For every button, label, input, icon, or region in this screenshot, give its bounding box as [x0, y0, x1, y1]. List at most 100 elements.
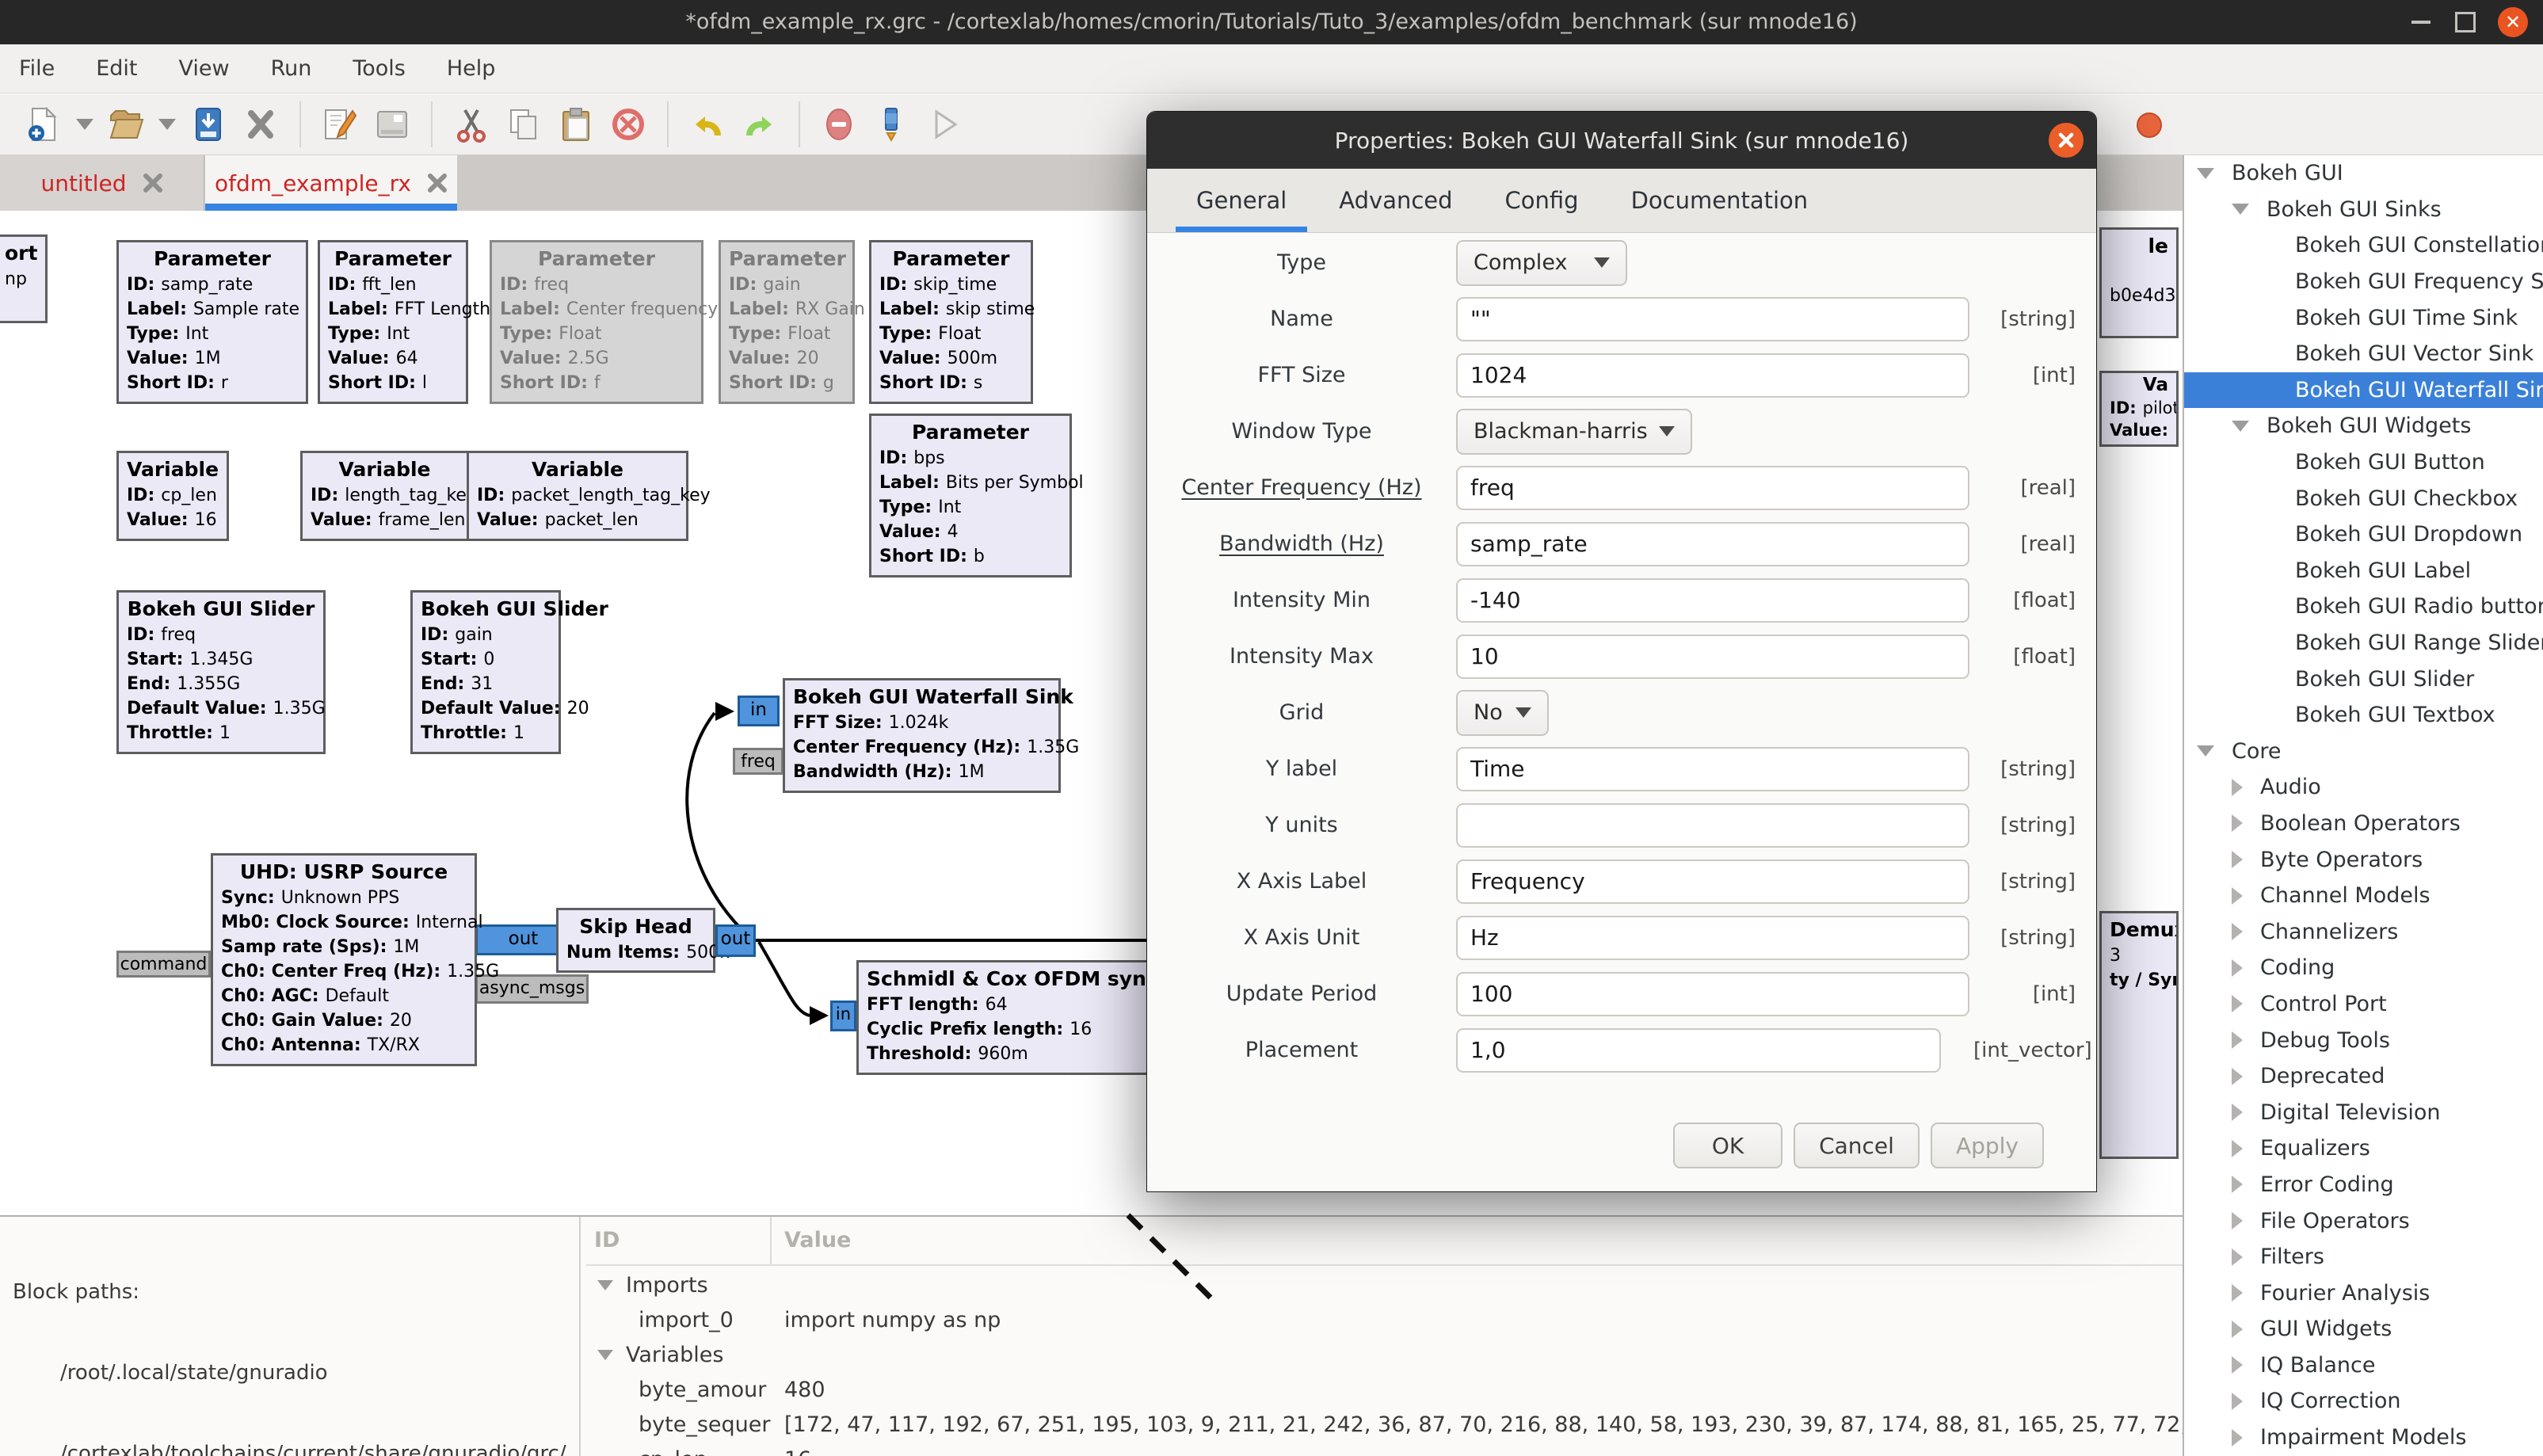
edit-properties-icon[interactable] [322, 106, 358, 143]
minimize-button[interactable] [2404, 0, 2438, 44]
errors-icon[interactable] [821, 106, 857, 143]
tree-group-variables[interactable]: Variables [586, 1337, 2183, 1372]
placement-input[interactable] [1456, 1028, 1941, 1073]
tree-group-imports[interactable]: Imports [586, 1267, 2183, 1302]
x-axis-label-input[interactable] [1456, 859, 1969, 904]
expander-closed-icon[interactable] [2232, 1248, 2243, 1266]
expander-open-icon[interactable] [2232, 421, 2249, 432]
tab-advanced[interactable]: Advanced [1318, 169, 1473, 232]
expander-closed-icon[interactable] [2232, 1356, 2243, 1374]
expander-open-icon[interactable] [2232, 204, 2249, 215]
open-dropdown-icon[interactable] [158, 119, 176, 130]
sidebar-item-bokeh-gui[interactable]: Bokeh GUI [2184, 155, 2543, 192]
dialog-titlebar[interactable]: Properties: Bokeh GUI Waterfall Sink (su… [1147, 112, 2096, 169]
sidebar-item-button[interactable]: Bokeh GUI Button [2184, 444, 2543, 481]
sidebar-item-file-operators[interactable]: File Operators [2184, 1203, 2543, 1239]
sidebar-item-byte-operators[interactable]: Byte Operators [2184, 841, 2543, 878]
sidebar-item-deprecated[interactable]: Deprecated [2184, 1058, 2543, 1095]
new-file-dropdown-icon[interactable] [76, 119, 93, 130]
expander-closed-icon[interactable] [2232, 779, 2243, 796]
block-variable-cp-len[interactable]: Variable ID:cp_len Value:16 [116, 451, 229, 541]
bandwidth-input[interactable] [1456, 522, 1969, 566]
grid-select[interactable]: No [1456, 690, 1549, 736]
update-period-input[interactable] [1456, 972, 1969, 1016]
sidebar-item-constellation-sink[interactable]: Bokeh GUI Constellation S [2184, 227, 2543, 264]
block-parameter-samp-rate[interactable]: Parameter ID:samp_rate Label:Sample rate… [116, 240, 308, 404]
sidebar-item-audio[interactable]: Audio [2184, 769, 2543, 806]
table-row[interactable]: import_0 import numpy as np [586, 1302, 2183, 1337]
open-icon[interactable] [108, 106, 144, 143]
block-variable-partial-pilot[interactable]: Va ID:pilot_ Value:(- [2099, 371, 2179, 447]
table-row[interactable]: cp_len 16 [586, 1442, 2183, 1456]
sidebar-item-digital-television[interactable]: Digital Television [2184, 1094, 2543, 1130]
expander-open-icon[interactable] [2197, 168, 2214, 179]
expander-closed-icon[interactable] [2232, 1321, 2243, 1338]
block-demux-partial[interactable]: Demux 3 ty / Symb [2099, 911, 2179, 1159]
cancel-button[interactable]: Cancel [1794, 1122, 1920, 1168]
expander-closed-icon[interactable] [2232, 1176, 2243, 1193]
sidebar-item-checkbox[interactable]: Bokeh GUI Checkbox [2184, 480, 2543, 516]
expander-closed-icon[interactable] [2232, 851, 2243, 868]
menu-tools[interactable]: Tools [332, 56, 426, 81]
expander-closed-icon[interactable] [2232, 1068, 2243, 1085]
port-command[interactable]: command [116, 951, 211, 978]
block-variable-packet-length-tag-key[interactable]: Variable ID:packet_length_tag_key Value:… [467, 451, 688, 541]
sidebar-item-iq-correction[interactable]: IQ Correction [2184, 1383, 2543, 1420]
block-bokeh-slider-freq[interactable]: Bokeh GUI Slider ID:freq Start:1.345G En… [116, 590, 326, 754]
expander-closed-icon[interactable] [2232, 1103, 2243, 1121]
tab-documentation[interactable]: Documentation [1611, 169, 1829, 232]
close-flowgraph-icon[interactable] [242, 106, 279, 143]
play-icon[interactable] [925, 106, 962, 143]
sidebar-item-coding[interactable]: Coding [2184, 950, 2543, 986]
intensity-max-input[interactable] [1456, 635, 1969, 679]
tab-close-icon[interactable] [427, 173, 448, 193]
block-parameter-gain-disabled[interactable]: Parameter ID:gain Label:RX Gain Type:Flo… [719, 240, 855, 404]
sidebar-item-frequency-sink[interactable]: Bokeh GUI Frequency Sink [2184, 264, 2543, 300]
expander-closed-icon[interactable] [2232, 923, 2243, 940]
ok-button[interactable]: OK [1673, 1122, 1782, 1168]
collapse-icon[interactable] [597, 1280, 613, 1290]
undo-icon[interactable] [689, 106, 726, 143]
find-block-icon[interactable] [873, 106, 909, 143]
tab-close-icon[interactable] [143, 173, 163, 193]
sidebar-item-gui-widgets[interactable]: GUI Widgets [2184, 1311, 2543, 1347]
port-in[interactable]: in [738, 696, 780, 726]
intensity-min-input[interactable] [1456, 578, 1969, 623]
block-schmidl-cox-ofdm-synch[interactable]: Schmidl & Cox OFDM synch. FFT length:64 … [856, 960, 1149, 1075]
name-input[interactable] [1456, 297, 1969, 341]
sidebar-item-range-slider[interactable]: Bokeh GUI Range Slider [2184, 625, 2543, 661]
sidebar-item-core[interactable]: Core [2184, 734, 2543, 770]
sidebar-item-waterfall-sink-selected[interactable]: Bokeh GUI Waterfall Sink [2184, 372, 2543, 409]
sidebar-item-channelizers[interactable]: Channelizers [2184, 913, 2543, 950]
sidebar-item-filters[interactable]: Filters [2184, 1239, 2543, 1275]
sidebar-item-impairment-models[interactable]: Impairment Models [2184, 1420, 2543, 1456]
sidebar-item-boolean-operators[interactable]: Boolean Operators [2184, 806, 2543, 842]
expander-closed-icon[interactable] [2232, 1140, 2243, 1157]
menu-edit[interactable]: Edit [75, 56, 158, 81]
sidebar-item-channel-models[interactable]: Channel Models [2184, 878, 2543, 914]
console-divider[interactable] [579, 1217, 581, 1456]
tab-general[interactable]: General [1176, 169, 1307, 232]
window-close-button[interactable]: ✕ [2494, 0, 2532, 44]
sidebar-item-fourier-analysis[interactable]: Fourier Analysis [2184, 1275, 2543, 1311]
expander-closed-icon[interactable] [2232, 1393, 2243, 1410]
dialog-close-button[interactable] [2049, 123, 2084, 158]
block-skip-head[interactable]: Skip Head Num Items:500k [556, 908, 715, 973]
copy-icon[interactable] [505, 106, 542, 143]
paste-icon[interactable] [558, 106, 594, 143]
block-variable-partial-hash[interactable]: le b0e4d38f3 [2099, 227, 2179, 338]
sidebar-item-dropdown[interactable]: Bokeh GUI Dropdown [2184, 516, 2543, 553]
collapse-icon[interactable] [597, 1350, 613, 1360]
expander-closed-icon[interactable] [2232, 1031, 2243, 1049]
menu-help[interactable]: Help [426, 56, 517, 81]
port-out[interactable]: out [715, 924, 756, 957]
table-row[interactable]: byte_sequer [172, 47, 117, 192, 67, 251,… [586, 1407, 2183, 1442]
block-parameter-fft-len[interactable]: Parameter ID:fft_len Label:FFT Length Ty… [318, 240, 468, 404]
window-type-select[interactable]: Blackman-harris [1456, 409, 1692, 455]
screen-capture-icon[interactable] [374, 106, 410, 143]
cut-icon[interactable] [453, 106, 490, 143]
center-frequency-input[interactable] [1456, 466, 1969, 510]
sidebar-item-bokeh-gui-sinks[interactable]: Bokeh GUI Sinks [2184, 192, 2543, 228]
new-file-icon[interactable] [25, 106, 62, 143]
expander-closed-icon[interactable] [2232, 887, 2243, 905]
